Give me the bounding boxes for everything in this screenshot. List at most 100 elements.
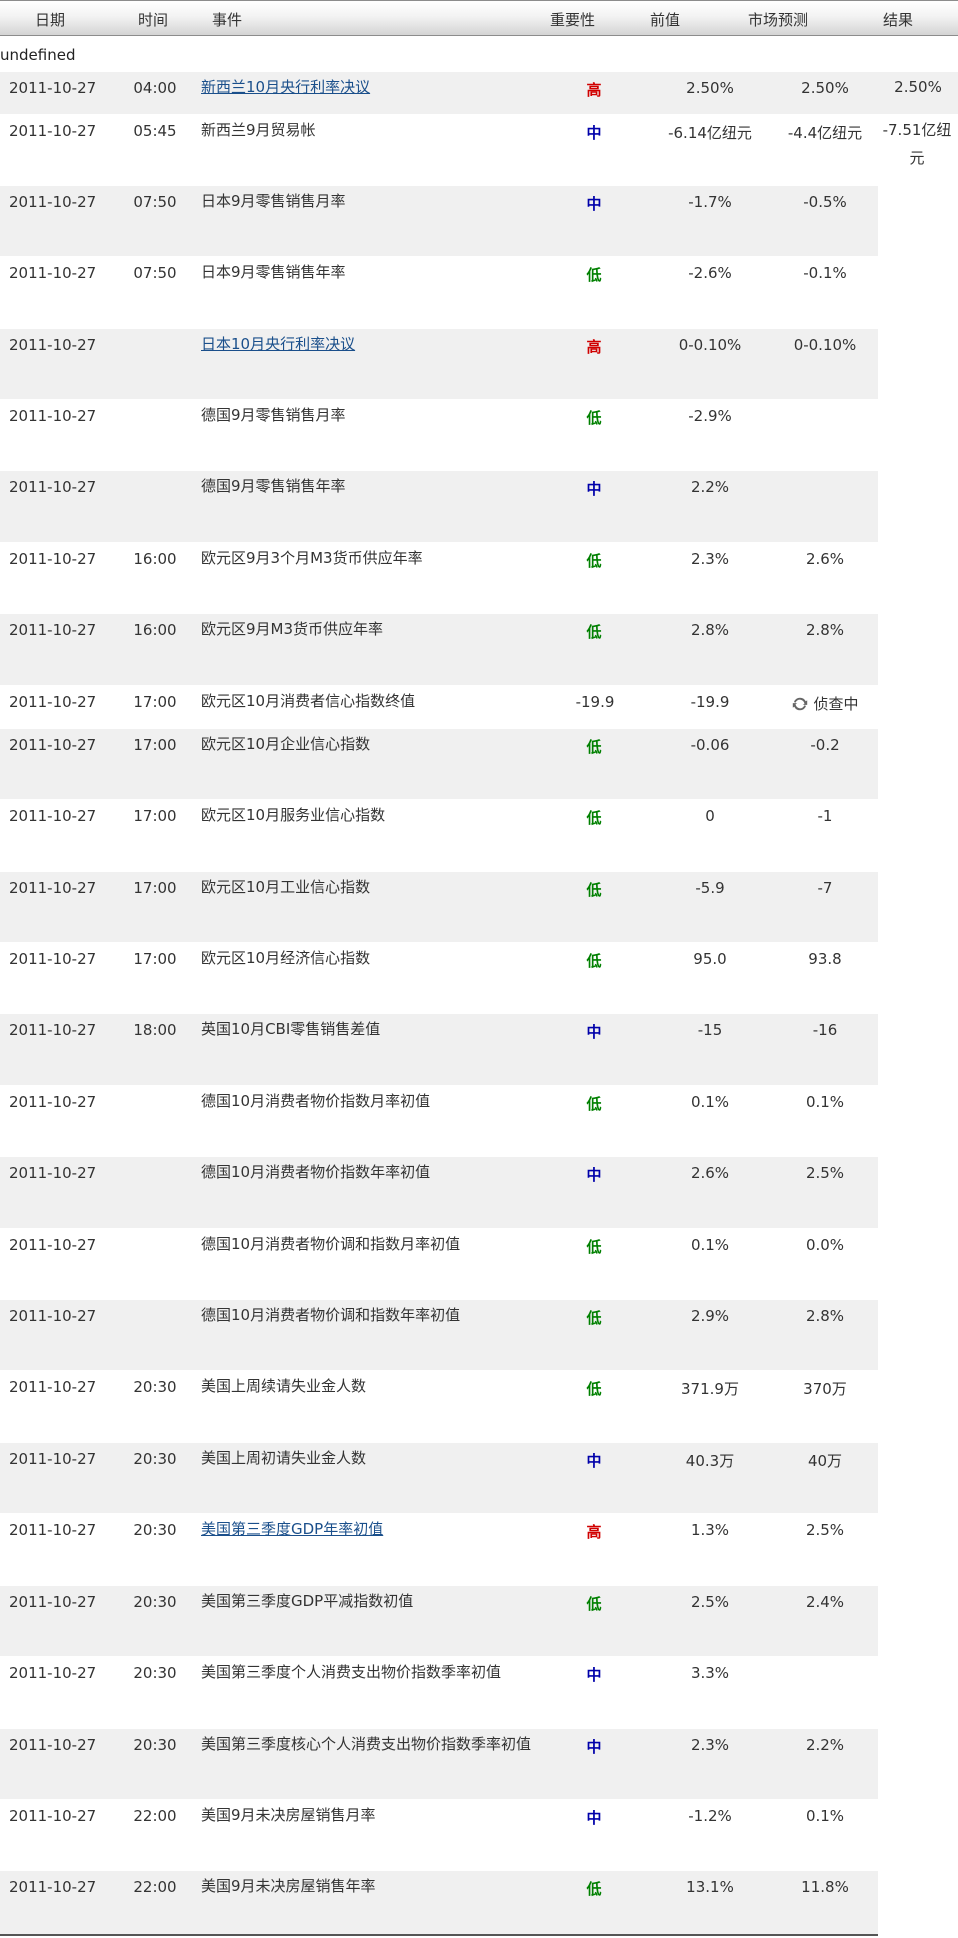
- table-row: 2011-10-27 17:00 欧元区10月服务业信心指数 低 0 -1: [0, 799, 878, 871]
- importance-badge: 中: [586, 1452, 602, 1470]
- row-event: 新西兰9月贸易帐: [201, 121, 316, 139]
- row-event: 欧元区10月经济信心指数: [201, 949, 371, 967]
- row-result: -7.51亿纽元: [882, 121, 952, 167]
- header-time: 时间: [138, 11, 169, 29]
- row-date: 2011-10-27: [9, 550, 97, 568]
- row-time: 17:00: [133, 807, 177, 825]
- row-event: 欧元区10月消费者信心指数终值: [201, 692, 416, 710]
- row-previous: 0-0.10%: [678, 336, 742, 354]
- header-event: 事件: [212, 11, 243, 29]
- importance-badge: 低: [586, 266, 602, 284]
- row-previous: 40.3万: [685, 1452, 735, 1470]
- importance-badge: 高: [586, 338, 602, 356]
- row-event: 美国上周初请失业金人数: [201, 1449, 367, 1467]
- row-forecast: 2.4%: [805, 1593, 845, 1611]
- importance-badge: 低: [586, 952, 602, 970]
- row-date: 2011-10-27: [9, 693, 97, 711]
- row-event: 美国9月未决房屋销售月率: [201, 1806, 376, 1824]
- table-row: 2011-10-27 德国10月消费者物价调和指数月率初值 低 0.1% 0.0%: [0, 1228, 878, 1299]
- row-date: 2011-10-27: [9, 1521, 97, 1539]
- row-forecast: 0.0%: [805, 1236, 845, 1254]
- importance-badge: 中: [586, 1166, 602, 1184]
- row-event: 德国9月零售销售年率: [201, 477, 346, 495]
- row-forecast: -7: [817, 879, 833, 897]
- row-date: 2011-10-27: [9, 1450, 97, 1468]
- row-event: 英国10月CBI零售销售差值: [201, 1020, 381, 1038]
- row-date: 2011-10-27: [9, 1664, 97, 1682]
- row-event: 美国上周续请失业金人数: [201, 1377, 367, 1395]
- event-link[interactable]: 新西兰10月央行利率决议: [201, 73, 541, 101]
- table-row: 2011-10-27 20:30 美国上周续请失业金人数 低 371.9万 370万: [0, 1370, 878, 1442]
- table-row: 2011-10-27 17:00 欧元区10月工业信心指数 低 -5.9 -7: [0, 871, 878, 942]
- row-event: 德国10月消费者物价调和指数月率初值: [201, 1235, 461, 1253]
- importance-badge: 中: [586, 480, 602, 498]
- row-forecast: 370万: [803, 1380, 847, 1398]
- row-previous: 2.6%: [690, 1164, 730, 1182]
- row-event: 美国第三季度GDP平减指数初值: [201, 1592, 414, 1610]
- table-row: 2011-10-27 20:30 美国第三季度核心个人消费支出物价指数季率初值 中 2.…: [0, 1728, 878, 1799]
- importance-badge: 低: [586, 881, 602, 899]
- importance-badge: 中: [586, 1738, 602, 1756]
- row-date: 2011-10-27: [9, 1164, 97, 1182]
- table-row: 2011-10-27 17:00 欧元区10月经济信心指数 低 95.0 93.8: [0, 942, 878, 1013]
- table-row: 2011-10-27 20:30 美国第三季度GDP平减指数初值 低 2.5% 2.4%: [0, 1585, 878, 1656]
- row-event: 美国9月未决房屋销售年率: [201, 1877, 376, 1895]
- row-time: 20:30: [133, 1664, 177, 1682]
- pending-status: 侦查中: [765, 693, 885, 717]
- importance-badge: 低: [586, 1380, 602, 1398]
- row-event: 欧元区10月服务业信心指数: [201, 806, 386, 824]
- header-previous: 前值: [650, 11, 681, 29]
- row-time: 16:00: [133, 621, 177, 639]
- row-date: 2011-10-27: [9, 807, 97, 825]
- table-bottom-border: [0, 1934, 878, 1936]
- row-time: 07:50: [133, 193, 177, 211]
- row-date: 2011-10-27: [9, 1307, 97, 1325]
- table-row: 2011-10-27 04:00 新西兰10月央行利率决议 高 2.50% 2.50% 2.…: [0, 71, 958, 114]
- row-previous: 2.5%: [690, 1593, 730, 1611]
- row-time: 17:00: [133, 950, 177, 968]
- table-row: 2011-10-27 德国10月消费者物价调和指数年率初值 低 2.9% 2.8%: [0, 1299, 878, 1370]
- row-previous: 0.1%: [690, 1236, 730, 1254]
- importance-badge: 中: [586, 195, 602, 213]
- row-date: 2011-10-27: [9, 336, 97, 354]
- row-date: 2011-10-27: [9, 621, 97, 639]
- row-date: 2011-10-27: [9, 1093, 97, 1111]
- table-row: 2011-10-27 16:00 欧元区9月3个月M3货币供应年率 低 2.3% 2.6%: [0, 542, 878, 613]
- event-link[interactable]: 日本10月央行利率决议: [201, 330, 541, 358]
- row-previous: 3.3%: [690, 1664, 730, 1682]
- table-row: 2011-10-27 20:30 美国上周初请失业金人数 中 40.3万 40万: [0, 1442, 878, 1513]
- row-previous: -1.7%: [688, 193, 732, 211]
- importance-badge: 高: [586, 81, 602, 99]
- row-date: 2011-10-27: [9, 736, 97, 754]
- table-row: 2011-10-27 日本10月央行利率决议 高 0-0.10% 0-0.10%: [0, 328, 878, 399]
- row-date: 2011-10-27: [9, 407, 97, 425]
- header-date: 日期: [35, 11, 66, 29]
- table-row: 2011-10-27 德国9月零售销售年率 中 2.2%: [0, 470, 878, 542]
- event-link[interactable]: 美国第三季度GDP年率初值: [201, 1515, 541, 1543]
- row-time: 17:00: [133, 736, 177, 754]
- importance-badge: 低: [586, 1238, 602, 1256]
- row-time: 22:00: [133, 1878, 177, 1896]
- table-row: 2011-10-27 07:50 日本9月零售销售年率 低 -2.6% -0.1%: [0, 256, 878, 328]
- row-previous: -2.6%: [688, 264, 732, 282]
- row-date: 2011-10-27: [9, 1736, 97, 1754]
- row-result: 2.50%: [894, 78, 942, 96]
- row-event: 日本9月零售销售月率: [201, 192, 346, 210]
- row-event: 欧元区10月企业信心指数: [201, 735, 371, 753]
- row-forecast: 0.1%: [805, 1093, 845, 1111]
- row-event: 美国第三季度核心个人消费支出物价指数季率初值: [201, 1735, 532, 1753]
- row-event: 欧元区9月3个月M3货币供应年率: [201, 549, 423, 567]
- row-date: 2011-10-27: [9, 264, 97, 282]
- row-previous: 95.0: [693, 950, 727, 968]
- table-row: 2011-10-27 22:00 美国9月未决房屋销售年率 低 13.1% 11.8%: [0, 1870, 878, 1934]
- row-forecast: -0.5%: [803, 193, 847, 211]
- header-forecast: 市场预测: [748, 11, 809, 29]
- row-event: 德国10月消费者物价调和指数年率初值: [201, 1306, 461, 1324]
- row-time: 20:30: [133, 1450, 177, 1468]
- row-previous: 0.1%: [690, 1093, 730, 1111]
- row-previous: 0: [705, 807, 715, 825]
- row-previous: -1.2%: [688, 1807, 732, 1825]
- row-date: 2011-10-27: [9, 79, 97, 97]
- header-importance: 重要性: [550, 11, 596, 29]
- row-previous: -0.06: [690, 736, 730, 754]
